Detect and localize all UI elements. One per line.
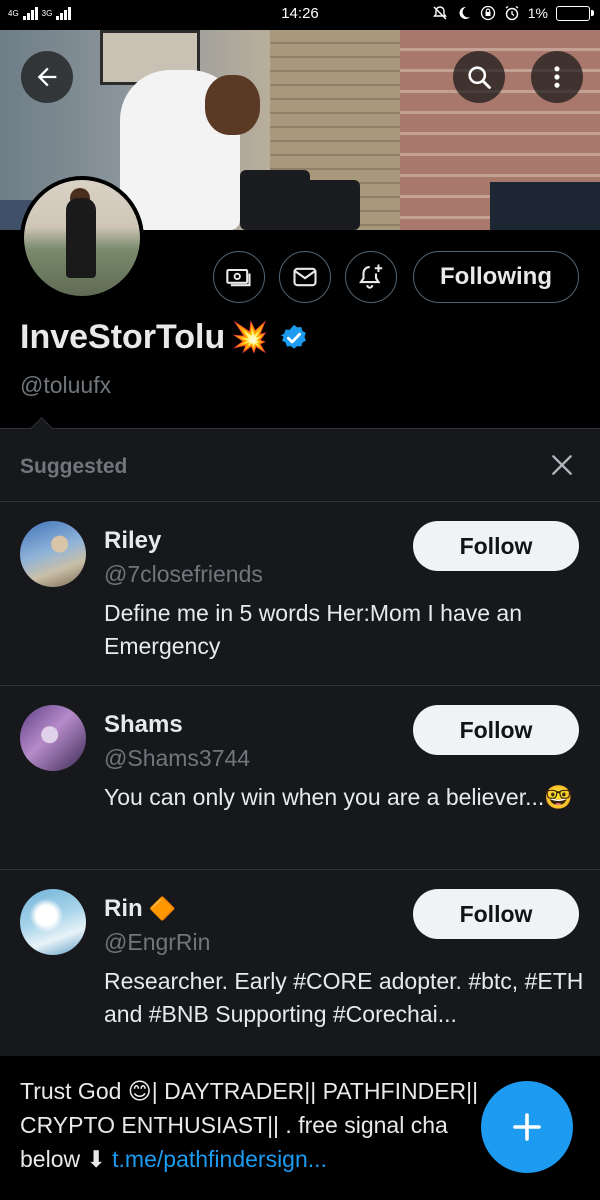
money-icon bbox=[226, 268, 251, 287]
back-button[interactable] bbox=[21, 51, 73, 103]
user-handle: @Shams3744 bbox=[104, 745, 251, 771]
mute-bell-icon bbox=[432, 6, 447, 20]
follow-button[interactable]: Follow bbox=[413, 889, 579, 939]
message-button[interactable] bbox=[279, 251, 331, 303]
profile-handle: @toluufx bbox=[20, 372, 112, 398]
user-bio: You can only win when you are a believer… bbox=[104, 784, 573, 810]
search-button[interactable] bbox=[453, 51, 505, 103]
dismiss-suggested-button[interactable] bbox=[546, 449, 578, 481]
profile-avatar[interactable] bbox=[20, 176, 144, 300]
display-name: InveStorTolu bbox=[20, 318, 226, 356]
status-bar: 4G 3G 14:26 1% bbox=[0, 0, 600, 30]
user-name: Shams bbox=[104, 711, 183, 738]
battery-icon bbox=[556, 5, 594, 21]
alarm-icon bbox=[505, 5, 519, 21]
back-arrow-icon bbox=[37, 67, 57, 87]
mail-icon bbox=[293, 267, 317, 287]
status-icons: 1% bbox=[432, 5, 594, 21]
more-vertical-icon bbox=[554, 66, 560, 88]
search-icon bbox=[468, 66, 491, 89]
avatar[interactable] bbox=[20, 889, 86, 955]
user-bio: Researcher. Early #CORE adopter. #btc, #… bbox=[104, 968, 584, 1027]
compose-button[interactable] bbox=[481, 1081, 573, 1173]
follow-button[interactable]: Follow bbox=[413, 705, 579, 755]
verified-badge-icon[interactable] bbox=[279, 323, 309, 353]
tip-button[interactable] bbox=[213, 251, 265, 303]
more-options-button[interactable] bbox=[531, 51, 583, 103]
suggested-pointer bbox=[30, 416, 54, 429]
suggested-user-card[interactable]: Rin 🔶 @EngrRin Researcher. Early #CORE a… bbox=[0, 869, 600, 1053]
avatar[interactable] bbox=[20, 705, 86, 771]
avatar[interactable] bbox=[20, 521, 86, 587]
battery-percent: 1% bbox=[527, 5, 548, 21]
plus-icon bbox=[513, 1113, 541, 1141]
user-name: Riley bbox=[104, 527, 162, 554]
follow-button[interactable]: Follow bbox=[413, 521, 579, 571]
notifications-button[interactable] bbox=[345, 251, 397, 303]
user-handle: @7closefriends bbox=[104, 561, 263, 587]
user-handle: @EngrRin bbox=[104, 929, 211, 955]
moon-icon bbox=[459, 6, 470, 19]
diamond-badge-icon: 🔶 bbox=[148, 896, 177, 921]
user-bio: Define me in 5 words Her:Mom I have an E… bbox=[104, 600, 523, 659]
following-button[interactable]: Following bbox=[413, 251, 579, 303]
name-emoji: 💥 bbox=[231, 321, 269, 354]
profile-name-row: InveStorTolu 💥 bbox=[20, 318, 309, 357]
suggested-user-card[interactable]: Riley @7closefriends Define me in 5 word… bbox=[0, 501, 600, 685]
lock-rotation-icon bbox=[480, 5, 495, 21]
suggested-panel: Suggested Riley @7closefriends Define me… bbox=[0, 428, 600, 1056]
suggested-user-card[interactable]: Shams @Shams3744 You can only win when y… bbox=[0, 685, 600, 869]
bell-plus-icon bbox=[359, 264, 383, 289]
close-icon bbox=[552, 455, 572, 475]
user-name: Rin 🔶 bbox=[104, 895, 177, 922]
suggested-title: Suggested bbox=[20, 455, 128, 478]
bio-link[interactable]: t.me/pathfindersign... bbox=[112, 1146, 327, 1172]
